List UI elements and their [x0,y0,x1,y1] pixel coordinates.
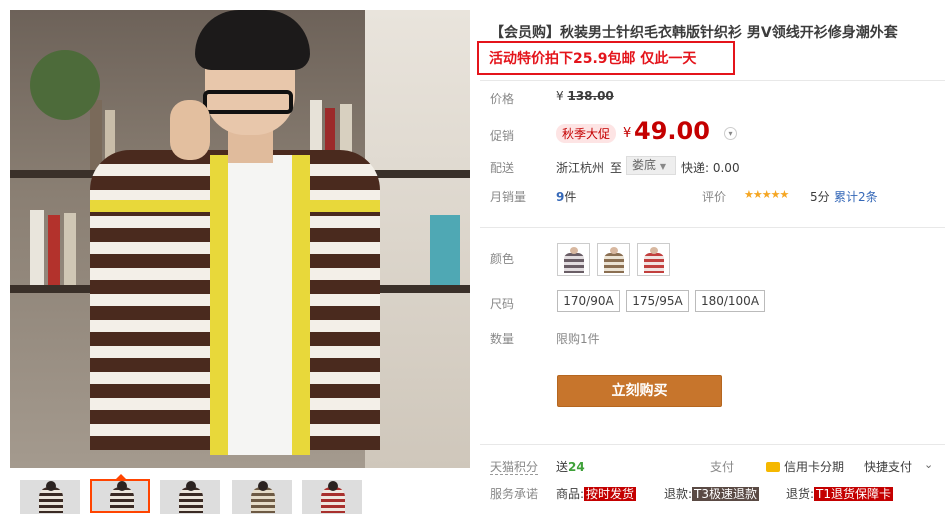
promo-text: 活动特价拍下25.9包邮 仅此一天 [489,51,697,67]
express-fee: 快递: 0.00 [681,161,740,175]
product-title: 【会员购】秋装男士针织毛衣韩版针织衫 男V领线开衫修身潮外套 [490,25,898,41]
destination-select[interactable]: 娄底 ▼ [626,156,676,175]
chevron-down-icon: ▼ [659,162,666,171]
thumbnail[interactable] [160,480,220,514]
shipping-label: 配送 [490,161,515,175]
review-count-link[interactable]: 累计2条 [834,188,878,205]
buy-now-button[interactable]: 立刻购买 [557,375,722,407]
background-towels [430,215,460,285]
background-book [30,210,44,285]
points-amount: 24 [568,460,585,474]
monthly-sales-label: 月销量 [490,190,527,204]
rating-score: 5分 [810,190,830,204]
points-prefix: 送 [556,460,569,474]
model-figure [70,10,400,468]
promo-label: 促销 [490,129,515,143]
color-swatch-red[interactable] [637,243,670,276]
service-refund-label: 退款: [664,487,693,501]
thumbnail[interactable] [302,480,362,514]
hand [170,100,210,160]
color-swatch-grey[interactable] [557,243,590,276]
thumbnail[interactable] [232,480,292,514]
thumbnail-active[interactable] [90,479,150,513]
original-price-value: 138.00 [567,89,614,103]
points-label-text: 天猫积分 [490,460,539,475]
shipping-origin: 浙江杭州 [556,161,605,175]
rating-label: 评价 [702,190,727,204]
divider [480,227,945,228]
size-option-170[interactable]: 170/90A [557,290,620,312]
divider [480,80,945,81]
glasses [203,90,293,114]
points-value: 送24 [556,458,585,475]
rating-stars-icon: ★★★★★ [744,188,789,201]
purchase-limit: 限购1件 [556,332,600,346]
promo-price: 49.00 [634,117,710,145]
original-price: ¥ 138.00 [556,89,614,103]
watermark-logo [740,432,940,512]
destination-value: 娄底 [632,158,657,172]
price-label: 价格 [490,92,515,106]
size-option-175[interactable]: 175/95A [626,290,689,312]
size-option-180[interactable]: 180/100A [695,290,765,312]
color-swatch-brown[interactable] [597,243,630,276]
chevron-down-icon[interactable]: ▾ [724,127,737,140]
sales-unit: 件 [564,190,577,204]
payment-label: 支付 [710,460,735,474]
product-main-image[interactable] [10,10,470,468]
shipping-to: 至 [610,161,623,175]
service-goods-badge[interactable]: 按时发货 [584,487,637,501]
service-label: 服务承诺 [490,487,539,501]
currency-symbol: ¥ [556,89,564,103]
currency-symbol: ¥ [623,126,632,141]
quantity-label: 数量 [490,332,515,346]
promo-tag: 秋季大促 [556,124,617,143]
size-label: 尺码 [490,297,515,311]
cardigan-placket [210,155,228,455]
thumbnail[interactable] [20,480,80,514]
hair [195,10,310,70]
thumbnail-strip [10,474,470,514]
service-goods-label: 商品: [556,487,585,501]
service-goods: 商品: 按时发货 [556,485,637,502]
monthly-sales: 9件 [556,188,576,205]
points-label: 天猫积分 [490,458,539,475]
cardigan-placket [292,155,310,455]
background-book [48,215,60,285]
color-label: 颜色 [490,252,515,266]
